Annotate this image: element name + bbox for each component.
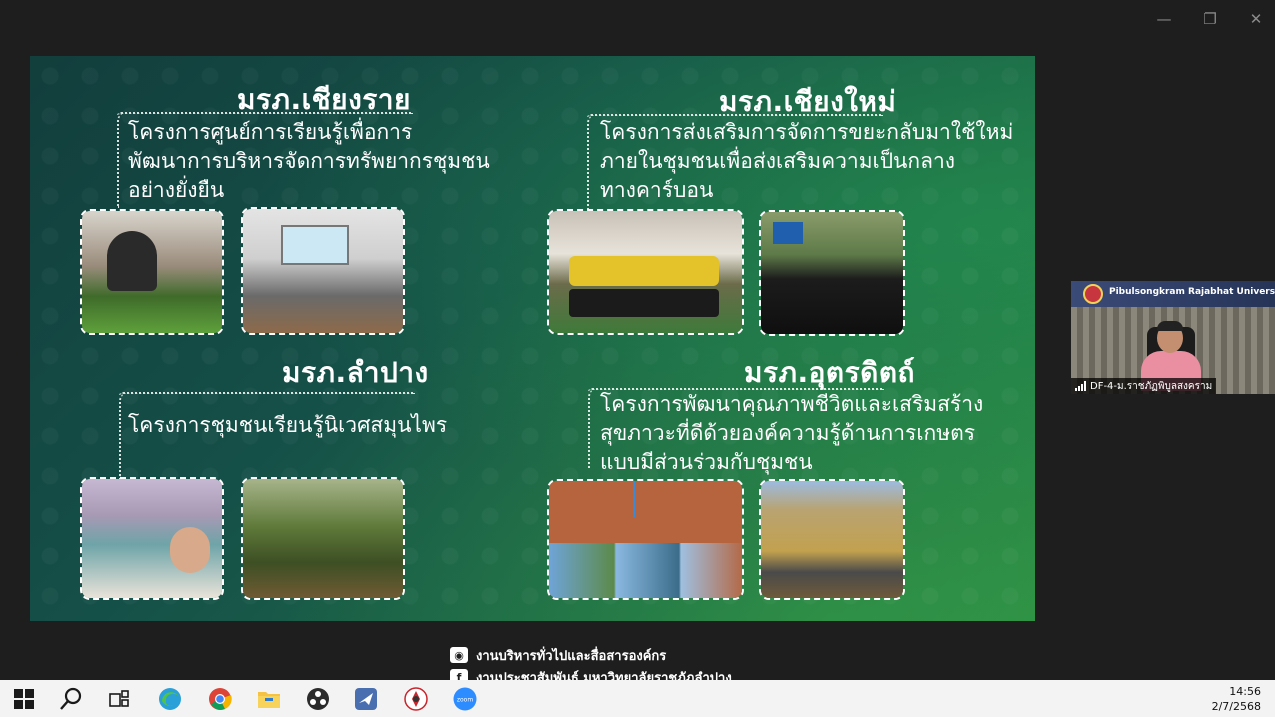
university-title-lampang: มรภ.ลำปาง xyxy=(282,356,429,389)
edge-icon[interactable] xyxy=(157,686,183,712)
participant-label: DF-4-ม.ราชภัฏพิบูลสงคราม xyxy=(1071,378,1217,394)
participant-name: DF-4-ม.ราชภัฏพิบูลสงคราม xyxy=(1090,380,1213,392)
signal-bars-icon xyxy=(1075,381,1086,391)
footer-line-1: งานบริหารทั่วไปและสื่อสารองค์กร xyxy=(476,648,667,664)
project-line: สุขภาวะที่ดีด้วยองค์ความรู้ด้านการเกษตร xyxy=(600,421,975,445)
photo-chiangrai-2 xyxy=(241,207,405,335)
close-icon[interactable]: ✕ xyxy=(1245,8,1267,30)
photo-lampang-2 xyxy=(241,477,405,600)
project-line: โครงการชุมชนเรียนรู้นิเวศสมุนไพร xyxy=(128,413,448,437)
photo-lampang-1 xyxy=(80,477,224,600)
project-line: ทางคาร์บอน xyxy=(600,178,714,202)
bracket-top-lampang xyxy=(119,392,415,396)
video-banner-title: Pibulsongkram Rajabhat University xyxy=(1109,287,1275,297)
photo-chiangmai-1 xyxy=(547,209,744,335)
project-text-chiangrai: โครงการศูนย์การเรียนรู้เพื่อการ พัฒนาการ… xyxy=(128,118,490,205)
minimize-icon[interactable]: — xyxy=(1153,8,1175,30)
restore-icon[interactable]: ❐ xyxy=(1199,8,1221,30)
photo-chiangmai-2 xyxy=(759,210,905,336)
university-logo-icon xyxy=(1083,284,1103,304)
shared-slide: มรภ.เชียงราย โครงการศูนย์การเรียนรู้เพื่… xyxy=(30,56,1035,621)
clock-date: 2/7/2568 xyxy=(1211,700,1261,713)
zoom-icon[interactable]: zoom xyxy=(452,686,478,712)
project-text-lampang: โครงการชุมชนเรียนรู้นิเวศสมุนไพร xyxy=(128,411,447,440)
bracket-top-chiangrai xyxy=(117,112,413,116)
project-line: พัฒนาการบริหารจัดการทรัพยากรชุมชน xyxy=(128,149,490,173)
project-line: โครงการส่งเสริมการจัดการขยะกลับมาใช้ใหม่ xyxy=(600,120,1014,144)
chrome-icon[interactable] xyxy=(207,686,233,712)
obs-icon[interactable] xyxy=(305,686,331,712)
photo-chiangrai-1 xyxy=(80,209,224,335)
file-explorer-icon[interactable] xyxy=(256,686,282,712)
project-line: โครงการพัฒนาคุณภาพชีวิตและเสริมสร้าง xyxy=(600,392,984,416)
mail-icon[interactable] xyxy=(353,686,379,712)
project-line: อย่างยั่งยืน xyxy=(128,178,225,202)
windows-start-icon[interactable] xyxy=(11,686,37,712)
project-text-chiangmai: โครงการส่งเสริมการจัดการขยะกลับมาใช้ใหม่… xyxy=(600,118,1013,205)
university-app-icon[interactable] xyxy=(403,686,429,712)
window-controls: — ❐ ✕ xyxy=(1153,8,1267,30)
project-line: ภายในชุมชนเพื่อส่งเสริมความเป็นกลาง xyxy=(600,149,956,173)
search-icon[interactable] xyxy=(58,686,84,712)
taskbar: zoom 14:56 2/7/2568 xyxy=(0,680,1275,717)
task-view-icon[interactable] xyxy=(107,686,133,712)
video-banner: Pibulsongkram Rajabhat University xyxy=(1071,281,1275,307)
photo-uttaradit-1 xyxy=(547,479,744,600)
system-clock[interactable]: 14:56 2/7/2568 xyxy=(1212,684,1261,714)
video-person-hair xyxy=(1157,321,1183,331)
project-text-uttaradit: โครงการพัฒนาคุณภาพชีวิตและเสริมสร้าง สุข… xyxy=(600,390,983,477)
clock-time: 14:56 xyxy=(1229,685,1261,698)
photo-uttaradit-2 xyxy=(759,479,905,600)
svg-text:zoom: zoom xyxy=(457,697,473,704)
project-line: โครงการศูนย์การเรียนรู้เพื่อการ xyxy=(128,120,413,144)
camera-icon: ◉ xyxy=(450,647,468,663)
project-line: แบบมีส่วนร่วมกับชุมชน xyxy=(600,450,813,474)
participant-video-tile[interactable]: Pibulsongkram Rajabhat University DF-4-ม… xyxy=(1071,281,1275,394)
